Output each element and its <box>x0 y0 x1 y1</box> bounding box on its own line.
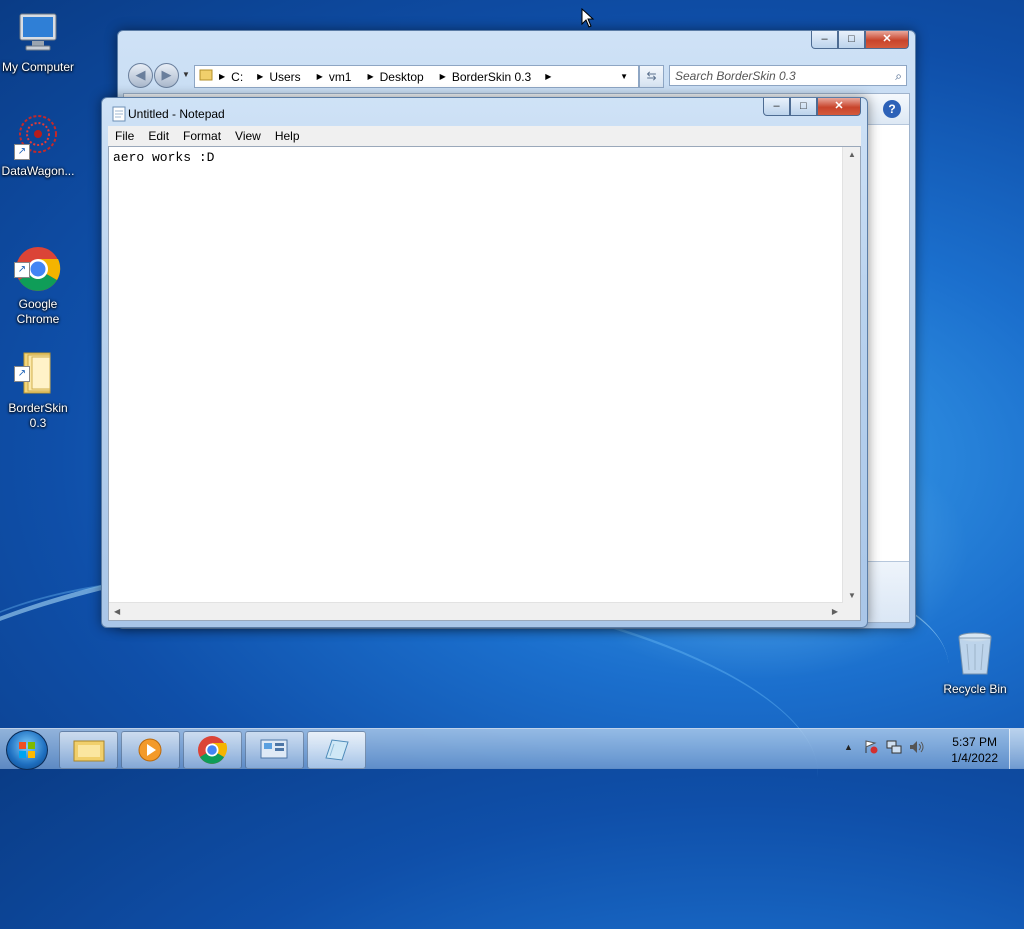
breadcrumb-desktop[interactable]: Desktop <box>380 70 424 84</box>
taskbar-control-panel-button[interactable] <box>245 731 304 769</box>
desktop-icon-label: BorderSkin 0.3 <box>8 401 68 430</box>
notepad-text-area[interactable]: aero works :D ▲ ▼ ◀ ▶ <box>108 146 861 621</box>
volume-icon[interactable] <box>909 740 925 757</box>
breadcrumb-separator[interactable]: ▶ <box>257 72 263 81</box>
notepad-menubar: File Edit Format View Help <box>108 126 861 146</box>
vertical-scrollbar[interactable]: ▲ ▼ <box>842 147 860 603</box>
explorer-folder-icon <box>73 740 105 762</box>
start-button[interactable] <box>6 730 48 770</box>
scroll-right-icon[interactable]: ▶ <box>832 607 838 616</box>
minimize-button[interactable]: – <box>763 98 790 116</box>
shortcut-arrow-icon: ↗ <box>14 366 30 382</box>
desktop-icon-label: My Computer <box>1 60 75 74</box>
maximize-button[interactable]: □ <box>790 98 817 116</box>
chrome-icon <box>198 736 228 764</box>
menu-edit[interactable]: Edit <box>141 129 176 143</box>
recent-pages-dropdown[interactable]: ▼ <box>182 70 190 79</box>
address-dropdown-icon[interactable]: ▼ <box>620 72 628 81</box>
breadcrumb-separator[interactable]: ▶ <box>219 72 225 81</box>
notepad-app-icon <box>112 106 126 125</box>
scroll-down-icon[interactable]: ▼ <box>848 591 856 600</box>
breadcrumb-vm1[interactable]: vm1 <box>329 70 352 84</box>
clock-time: 5:37 PM <box>952 735 997 749</box>
desktop-icon-borderskin-folder[interactable]: ↗ BorderSkin 0.3 <box>0 319 76 446</box>
resize-grip[interactable] <box>843 603 860 620</box>
taskbar-chrome-button[interactable] <box>183 731 242 769</box>
network-icon[interactable] <box>886 740 902 757</box>
search-input[interactable]: Search BorderSkin 0.3 ⌕ <box>669 65 907 86</box>
control-panel-icon <box>260 739 288 759</box>
action-center-flag-icon[interactable] <box>864 740 878 754</box>
breadcrumb-c[interactable]: C: <box>231 70 243 84</box>
scroll-left-icon[interactable]: ◀ <box>114 607 120 616</box>
taskbar-explorer-button[interactable] <box>59 731 118 769</box>
shortcut-arrow-icon: ↗ <box>14 262 30 278</box>
system-tray: ▲ 5:37 PM 1/4/2022 <box>834 729 1024 769</box>
recycle-bin-icon <box>951 630 999 678</box>
notepad-icon <box>325 739 349 761</box>
taskbar-media-player-button[interactable] <box>121 731 180 769</box>
tray-overflow-button[interactable]: ▲ <box>844 742 853 752</box>
notepad-window[interactable]: Untitled - Notepad – □ ✕ File Edit Forma… <box>101 97 868 628</box>
back-button[interactable]: ◀ <box>128 63 153 88</box>
computer-icon <box>14 8 62 56</box>
close-button[interactable]: ✕ <box>817 98 861 116</box>
menu-view[interactable]: View <box>228 129 268 143</box>
taskbar: ▲ 5:37 PM 1/4/2022 <box>0 728 1024 770</box>
horizontal-scrollbar[interactable]: ◀ ▶ <box>109 602 843 620</box>
folder-icon <box>199 68 213 85</box>
minimize-button[interactable]: – <box>811 31 838 49</box>
clock[interactable]: 5:37 PM 1/4/2022 <box>951 734 998 766</box>
explorer-caption-buttons: – □ ✕ <box>811 31 909 49</box>
folder-icon: ↗ <box>14 334 62 394</box>
clock-date: 1/4/2022 <box>951 751 998 765</box>
forward-button[interactable]: ▶ <box>154 63 179 88</box>
scroll-up-icon[interactable]: ▲ <box>848 150 856 159</box>
taskbar-notepad-button[interactable] <box>307 731 366 769</box>
shortcut-arrow-icon: ↗ <box>14 144 30 160</box>
windows-logo-icon <box>19 742 35 758</box>
chrome-icon: ↗ <box>14 230 62 291</box>
search-icon: ⌕ <box>895 69 902 83</box>
notepad-content[interactable]: aero works :D <box>113 150 214 165</box>
desktop-icon-recycle-bin[interactable]: Recycle Bin <box>937 630 1013 697</box>
desktop-icon-label: Recycle Bin <box>943 682 1007 696</box>
desktop-icon-my-computer[interactable]: My Computer <box>0 8 76 75</box>
breadcrumb-separator[interactable]: ▶ <box>317 72 323 81</box>
media-player-icon <box>138 738 162 762</box>
desktop-icon-datawagon[interactable]: ↗ DataWagon... <box>0 112 76 179</box>
notepad-title: Untitled - Notepad <box>128 107 225 121</box>
search-placeholder: Search BorderSkin 0.3 <box>675 69 796 83</box>
datawagon-icon: ↗ <box>14 112 62 160</box>
close-button[interactable]: ✕ <box>865 31 909 49</box>
breadcrumb-separator[interactable]: ▶ <box>545 72 551 81</box>
breadcrumb-borderskin[interactable]: BorderSkin 0.3 <box>452 70 531 84</box>
breadcrumb-users[interactable]: Users <box>269 70 300 84</box>
maximize-button[interactable]: □ <box>838 31 865 49</box>
refresh-button[interactable]: ⇆ <box>639 65 664 88</box>
menu-help[interactable]: Help <box>268 129 307 143</box>
address-bar[interactable]: ▶ C: ▶ Users ▶ vm1 ▶ Desktop ▶ BorderSki… <box>194 65 639 88</box>
breadcrumb-separator[interactable]: ▶ <box>440 72 446 81</box>
notepad-caption-buttons: – □ ✕ <box>763 98 861 116</box>
help-icon[interactable]: ? <box>883 100 901 118</box>
menu-file[interactable]: File <box>108 129 141 143</box>
breadcrumb-separator[interactable]: ▶ <box>367 72 373 81</box>
menu-format[interactable]: Format <box>176 129 228 143</box>
show-desktop-button[interactable] <box>1009 729 1024 769</box>
mouse-cursor-icon <box>581 7 595 31</box>
desktop-icon-label: DataWagon... <box>1 164 75 178</box>
